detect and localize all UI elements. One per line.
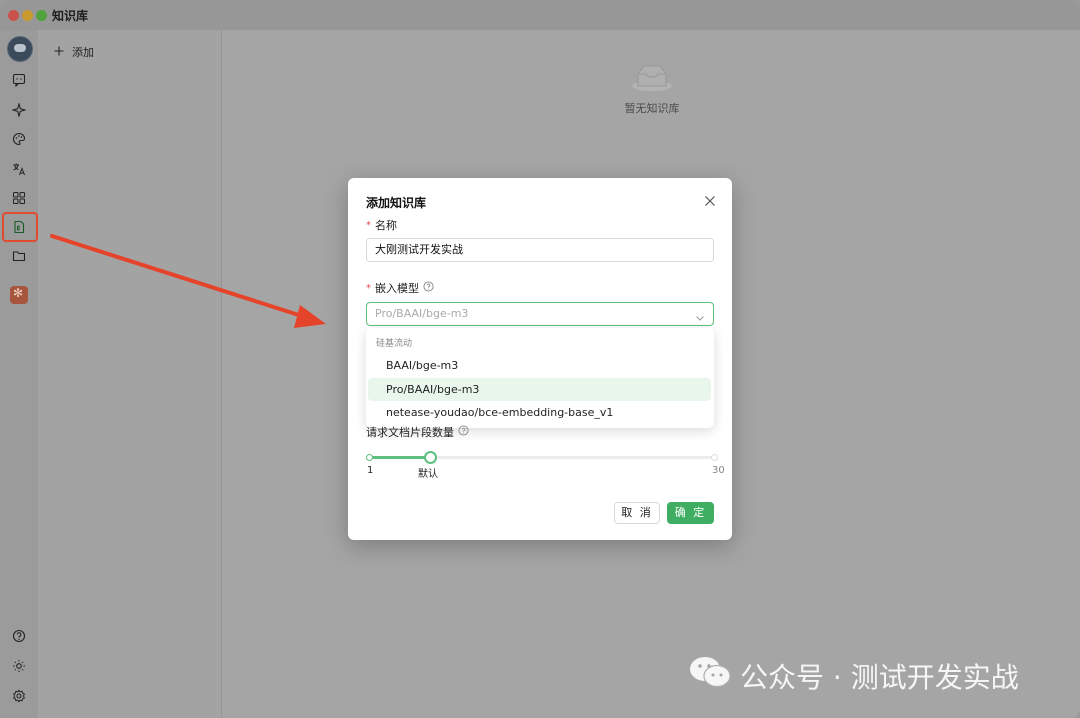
slider-max-label: 30 [712,465,725,476]
chat-icon[interactable] [9,70,29,90]
question-icon[interactable] [423,281,434,295]
zoom-window-button[interactable] [36,10,47,21]
embedding-model-select[interactable]: Pro/BAAI/bge-m3 [366,302,714,326]
required-marker: * [366,219,371,231]
required-marker: * [366,282,371,294]
model-label-text: 嵌入模型 [375,282,419,295]
question-icon[interactable] [458,425,469,439]
slider-default-label: 默认 [418,469,438,480]
name-field-label: * 名称 [366,217,397,233]
empty-box-icon [630,62,674,92]
confirm-button[interactable]: 确 定 [667,502,714,524]
theme-icon[interactable] [9,656,29,676]
empty-state-text: 暂无知识库 [624,102,680,115]
slider-max-dot [711,454,718,461]
close-window-button[interactable] [8,10,19,21]
minimize-window-button[interactable] [22,10,33,21]
chunk-count-slider[interactable] [366,451,718,464]
folder-icon[interactable] [9,246,29,266]
model-dropdown-menu: 硅基流动 BAAI/bge-m3 Pro/BAAI/bge-m3 netease… [366,328,714,428]
watermark: 公众号 · 测试开发实战 [688,654,1019,697]
name-label-text: 名称 [375,219,397,232]
slider-fill [368,456,428,459]
slider-min-label: 1 [367,465,374,476]
model-field-label: * 嵌入模型 [366,280,434,296]
slider-label-text: 请求文档片段数量 [366,426,454,439]
knowledge-list-panel: 添加 [38,30,222,718]
wechat-icon [688,654,732,697]
watermark-text: 公众号 · 测试开发实战 [740,660,1019,694]
name-input[interactable]: 大刚测试开发实战 [366,238,714,262]
apps-icon[interactable] [9,188,29,208]
chevron-down-icon [695,309,705,321]
dropdown-option[interactable]: netease-youdao/bce-embedding-base_v1 [368,401,711,424]
slider-handle[interactable] [424,451,437,464]
slider-min-dot [366,454,373,461]
dropdown-option-selected[interactable]: Pro/BAAI/bge-m3 [368,378,711,401]
select-placeholder: Pro/BAAI/bge-m3 [375,307,469,320]
dropdown-option[interactable]: BAAI/bge-m3 [368,354,711,377]
plus-icon [54,46,64,59]
avatar[interactable] [7,36,33,62]
window-title: 知识库 [52,9,89,23]
knowledge-icon[interactable] [9,217,29,237]
dialog-title: 添加知识库 [366,196,427,210]
add-knowledge-dialog: 添加知识库 * 名称 大刚测试开发实战 * 嵌入模型 Pro/BAAI/bge-… [348,178,732,540]
close-icon[interactable] [704,192,718,206]
chunk-count-label: 请求文档片段数量 [366,424,469,440]
add-knowledge-button[interactable]: 添加 [54,44,94,60]
add-label: 添加 [72,46,94,59]
help-icon[interactable] [9,626,29,646]
mini-app-icon[interactable] [10,286,28,304]
dropdown-group-label: 硅基流动 [376,339,413,349]
translate-icon[interactable] [9,159,29,179]
sparkle-icon[interactable] [9,100,29,120]
cancel-button[interactable]: 取 消 [614,502,660,524]
palette-icon[interactable] [9,129,29,149]
settings-icon[interactable] [9,686,29,706]
title-bar: 知识库 [0,0,1080,30]
